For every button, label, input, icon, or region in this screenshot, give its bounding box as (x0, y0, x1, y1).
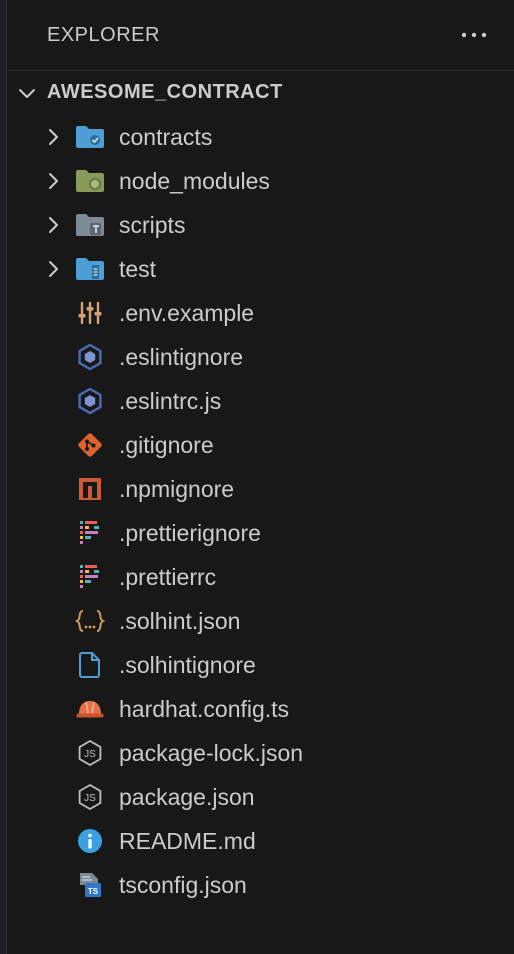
chevron-right-icon (43, 171, 63, 191)
tree-item-hardhat-config[interactable]: hardhat.config.ts (7, 687, 514, 731)
tree-item-eslintrc[interactable]: .eslintrc.js (7, 379, 514, 423)
tree-item-gitignore[interactable]: .gitignore (7, 423, 514, 467)
more-actions-button[interactable] (459, 22, 489, 48)
chevron-down-icon (7, 71, 47, 115)
svg-text:JS: JS (84, 749, 96, 760)
eslint-icon (75, 387, 105, 415)
tree-item-readme[interactable]: README.md (7, 819, 514, 863)
tree-item-label: .eslintrc.js (119, 388, 222, 414)
tree-item-label: .prettierrc (119, 564, 217, 590)
tree-item-label: node_modules (119, 168, 270, 194)
tree-item-scripts[interactable]: scripts (7, 203, 514, 247)
tree-item-label: .prettierignore (119, 520, 261, 546)
tree-item-label: test (119, 256, 157, 282)
tree-item-prettierrc[interactable]: .prettierrc (7, 555, 514, 599)
workspace-section-header[interactable]: AWESOME_CONTRACT (7, 70, 514, 114)
explorer-title: EXPLORER (47, 23, 160, 46)
tree-item-eslintignore[interactable]: .eslintignore (7, 335, 514, 379)
tree-item-label: .gitignore (119, 432, 214, 458)
eslint-icon (75, 343, 105, 371)
nodejs-icon: JS (75, 739, 105, 767)
tsconfig-icon: TS (75, 871, 105, 899)
ellipsis-icon (461, 32, 487, 38)
file-icon (75, 651, 105, 679)
explorer-header: EXPLORER (7, 0, 514, 70)
tree-item-label: tsconfig.json (119, 872, 247, 898)
folder-node-icon (75, 167, 105, 195)
tree-item-label: .env.example (119, 300, 255, 326)
workspace-title: AWESOME_CONTRACT (47, 81, 283, 103)
tree-item-label: .solhint.json (119, 608, 241, 634)
tree-item-prettierignore[interactable]: .prettierignore (7, 511, 514, 555)
tree-item-label: .solhintignore (119, 652, 256, 678)
svg-text:JS: JS (84, 793, 96, 804)
nodejs-icon: JS (75, 783, 105, 811)
folder-scripts-icon (75, 211, 105, 239)
folder-contracts-icon (75, 123, 105, 151)
prettier-icon (75, 519, 105, 547)
git-icon (75, 431, 105, 459)
tree-item-label: hardhat.config.ts (119, 696, 290, 722)
tree-item-tsconfig[interactable]: TS tsconfig.json (7, 863, 514, 907)
tree-item-npmignore[interactable]: .npmignore (7, 467, 514, 511)
tree-item-solhint-json[interactable]: .solhint.json (7, 599, 514, 643)
tree-item-test[interactable]: test (7, 247, 514, 291)
tree-item-contracts[interactable]: contracts (7, 115, 514, 159)
hardhat-icon (75, 695, 105, 723)
tree-item-package-json[interactable]: JS package.json (7, 775, 514, 819)
chevron-right-icon (43, 259, 63, 279)
svg-text:TS: TS (88, 887, 99, 896)
chevron-right-icon (43, 215, 63, 235)
info-icon (75, 827, 105, 855)
chevron-right-icon (43, 127, 63, 147)
tree-item-node-modules[interactable]: node_modules (7, 159, 514, 203)
tree-item-env-example[interactable]: .env.example (7, 291, 514, 335)
tree-item-label: README.md (119, 828, 256, 854)
tree-item-label: package.json (119, 784, 255, 810)
json-braces-icon (75, 607, 105, 635)
explorer-panel: EXPLORER AWESOME_CONTRACT contracts node… (6, 0, 514, 954)
prettier-icon (75, 563, 105, 591)
tree-item-package-lock[interactable]: JS package-lock.json (7, 731, 514, 775)
tree-item-label: contracts (119, 124, 213, 150)
folder-test-icon (75, 255, 105, 283)
file-tree: contracts node_modules scripts test .env… (7, 115, 514, 907)
env-settings-icon (75, 299, 105, 327)
tree-item-label: .eslintignore (119, 344, 244, 370)
npm-icon (75, 475, 105, 503)
tree-item-solhintignore[interactable]: .solhintignore (7, 643, 514, 687)
tree-item-label: package-lock.json (119, 740, 304, 766)
tree-item-label: .npmignore (119, 476, 235, 502)
tree-item-label: scripts (119, 212, 186, 238)
